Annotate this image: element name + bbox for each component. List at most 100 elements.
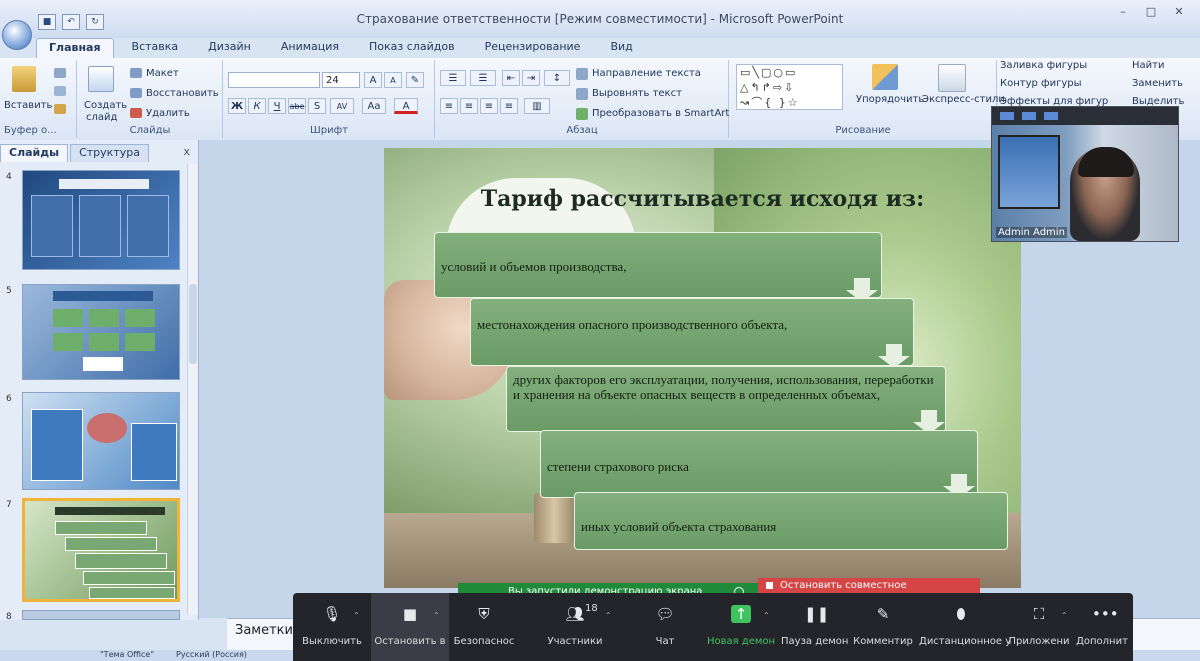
replace-button[interactable]: Заменить: [1132, 78, 1183, 89]
font-color-button[interactable]: A: [394, 98, 418, 114]
process-box-4[interactable]: степени страхового риска: [540, 430, 978, 498]
participants-button[interactable]: 👥︎ 18 ⌃ Участники: [533, 593, 617, 661]
process-box-2[interactable]: местонахождения опасного производственно…: [470, 298, 914, 366]
smartart-button[interactable]: Преобразовать в SmartArt: [592, 108, 729, 119]
paste-button[interactable]: Вставить: [4, 100, 52, 111]
align-center-icon[interactable]: ≡: [460, 98, 478, 114]
tab-view[interactable]: Вид: [598, 38, 644, 58]
annotate-button[interactable]: ✎ Комментир: [851, 593, 915, 661]
tab-outline[interactable]: Структура: [70, 144, 149, 162]
security-button[interactable]: ⛨ Безопаснос: [449, 593, 519, 661]
tab-slides[interactable]: Слайды: [0, 144, 69, 162]
strikethrough-button[interactable]: abe: [288, 98, 306, 114]
format-painter-icon[interactable]: [54, 104, 66, 114]
tab-home[interactable]: Главная: [36, 38, 114, 58]
numbering-icon[interactable]: ☰: [470, 70, 496, 86]
chevron-up-icon[interactable]: ⌃: [763, 611, 770, 620]
char-spacing-button[interactable]: AV: [330, 98, 354, 114]
slide-canvas[interactable]: Тариф рассчитывается исходя из: условий …: [384, 148, 1021, 588]
stop-video-label: Остановить в: [374, 636, 446, 647]
video-feed: [992, 125, 1178, 241]
text-direction-button[interactable]: Направление текста: [592, 68, 701, 79]
cut-icon[interactable]: [54, 68, 66, 78]
quick-styles-button[interactable]: Экспресс-стили: [922, 94, 1005, 105]
new-slide-line1[interactable]: Создать: [84, 100, 127, 111]
slide-thumbnail[interactable]: [22, 610, 180, 620]
shape-outline-button[interactable]: Контур фигуры: [1000, 78, 1082, 89]
slide-thumbnail-selected[interactable]: [22, 498, 180, 602]
align-text-button[interactable]: Выровнять текст: [592, 88, 682, 99]
find-button[interactable]: Найти: [1132, 60, 1164, 71]
webcam-video[interactable]: Admin Admin: [991, 106, 1179, 242]
clear-format-icon[interactable]: ✎: [406, 72, 424, 88]
close-button[interactable]: ✕: [1166, 4, 1192, 20]
slide-thumb-row[interactable]: 5: [0, 284, 192, 380]
new-slide-line2[interactable]: слайд: [86, 112, 117, 123]
justify-icon[interactable]: ≡: [500, 98, 518, 114]
slide-thumb-row[interactable]: 6: [0, 392, 192, 490]
increase-indent-icon[interactable]: ⇥: [522, 70, 540, 86]
speaker-view-icon[interactable]: [1022, 112, 1036, 120]
italic-button[interactable]: К: [248, 98, 266, 114]
font-name-combo[interactable]: [228, 72, 320, 88]
maximize-button[interactable]: □: [1138, 4, 1164, 20]
tab-slideshow[interactable]: Показ слайдов: [357, 38, 467, 58]
bold-button[interactable]: Ж: [228, 98, 246, 114]
change-case-button[interactable]: Aa: [362, 98, 386, 114]
pause-share-button[interactable]: ❚❚ Пауза демон: [781, 593, 848, 661]
tab-animation[interactable]: Анимация: [269, 38, 351, 58]
slide-thumbnail[interactable]: [22, 284, 180, 380]
layout-button[interactable]: Макет: [146, 68, 179, 79]
line-spacing-icon[interactable]: ↕: [544, 70, 570, 86]
mic-icon: 🎙︎: [322, 605, 342, 623]
new-share-button[interactable]: ↑ ⌃ Новая демон: [705, 593, 777, 661]
apps-button[interactable]: ⛶ ⌃ Приложени: [1007, 593, 1071, 661]
columns-icon[interactable]: ▥: [524, 98, 550, 114]
slide-title[interactable]: Тариф рассчитывается исходя из:: [384, 186, 1021, 212]
window-title: Страхование ответственности [Режим совме…: [356, 12, 844, 26]
stop-video-button[interactable]: ■ ⌃ Остановить в: [371, 593, 449, 661]
process-box-1[interactable]: условий и объемов производства,: [434, 232, 882, 298]
shapes-gallery[interactable]: ▭╲▢○▭ △↰↱⇨⇩ ↝⌒{ }☆: [736, 64, 843, 110]
panel-close-icon[interactable]: x: [183, 145, 190, 158]
process-box-5[interactable]: иных условий объекта страхования: [574, 492, 1008, 550]
stop-share-button[interactable]: Остановить совместное использование: [758, 578, 980, 602]
remote-control-button[interactable]: ⬮ Дистанционное у: [919, 593, 1011, 661]
chevron-up-icon[interactable]: ⌃: [605, 611, 612, 620]
process-box-3[interactable]: других факторов его эксплуатации, получе…: [506, 366, 946, 432]
slide-thumbnail[interactable]: [22, 392, 180, 490]
tab-review[interactable]: Рецензирование: [473, 38, 593, 58]
shape-fill-button[interactable]: Заливка фигуры: [1000, 60, 1087, 71]
bullets-icon[interactable]: ☰: [440, 70, 466, 86]
reset-button[interactable]: Восстановить: [146, 88, 219, 99]
shrink-font-button[interactable]: A: [384, 72, 402, 88]
decrease-indent-icon[interactable]: ⇤: [502, 70, 520, 86]
underline-button[interactable]: Ч: [268, 98, 286, 114]
font-size-combo[interactable]: 24: [322, 72, 360, 88]
slide-thumbnail[interactable]: [22, 170, 180, 270]
shadow-button[interactable]: S: [308, 98, 326, 114]
slide-thumb-row[interactable]: 8: [0, 610, 192, 622]
align-right-icon[interactable]: ≡: [480, 98, 498, 114]
chevron-up-icon[interactable]: ⌃: [1061, 611, 1068, 620]
tab-design[interactable]: Дизайн: [196, 38, 263, 58]
chevron-up-icon[interactable]: ⌃: [353, 611, 360, 620]
arrange-button[interactable]: Упорядочить: [856, 94, 924, 105]
copy-icon[interactable]: [54, 86, 66, 96]
more-button[interactable]: ••• Дополнит: [1073, 593, 1131, 661]
minimize-button[interactable]: –: [1110, 4, 1136, 20]
slide-thumb-row[interactable]: 7: [0, 498, 192, 602]
slide-thumb-row[interactable]: 4: [0, 170, 192, 270]
delete-button[interactable]: Удалить: [146, 108, 190, 119]
align-left-icon[interactable]: ≡: [440, 98, 458, 114]
title-bar: ■ ↶ ↻ Страхование ответственности [Режим…: [0, 0, 1200, 50]
grow-font-button[interactable]: A: [364, 72, 382, 88]
tab-insert[interactable]: Вставка: [120, 38, 191, 58]
chat-button[interactable]: 💬︎ Чат: [633, 593, 697, 661]
gallery-view-icon[interactable]: [1044, 112, 1058, 120]
video-panel-header: [992, 107, 1178, 125]
mute-button[interactable]: 🎙︎ ⌃ Выключить: [293, 593, 371, 661]
panel-scrollbar[interactable]: [187, 164, 198, 614]
minimize-video-icon[interactable]: [1000, 112, 1014, 120]
chevron-up-icon[interactable]: ⌃: [433, 611, 440, 620]
